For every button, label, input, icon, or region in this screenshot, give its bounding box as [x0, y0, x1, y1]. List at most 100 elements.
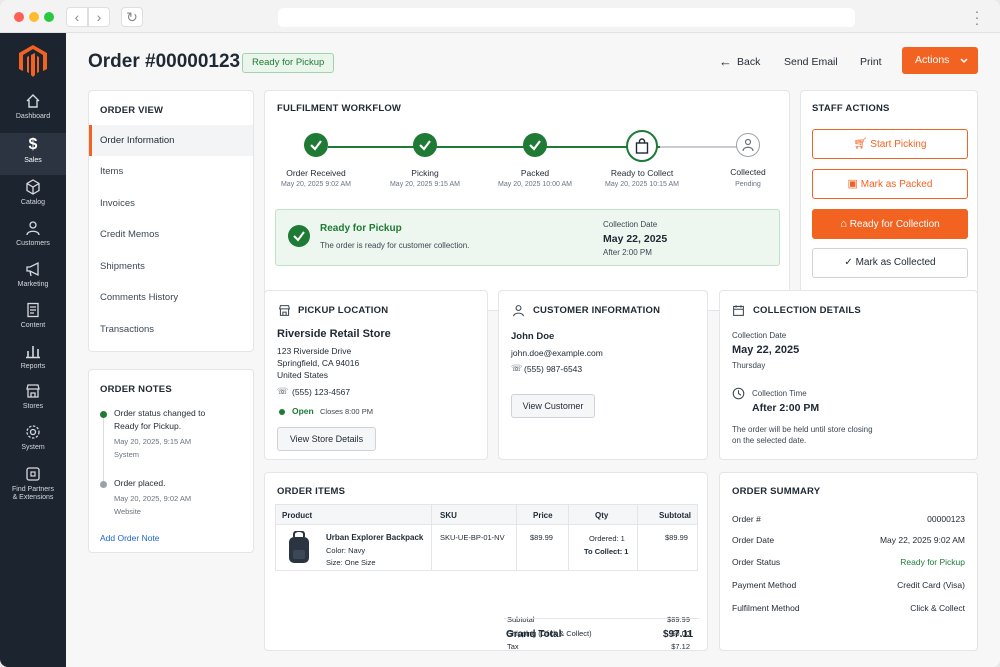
- start-picking-button[interactable]: 🛒︎ Start Picking: [812, 129, 968, 159]
- mark-collected-label: Mark as Collected: [855, 257, 936, 268]
- step-name: Ready to Collect: [610, 168, 674, 178]
- tab-comments-history[interactable]: Comments History: [89, 282, 253, 313]
- order-items-panel: ORDER ITEMS Product SKU Price Qty Subtot…: [264, 472, 708, 651]
- sidebar-item-label: Stores: [22, 403, 44, 410]
- mark-packed-label: Mark as Packed: [860, 179, 933, 190]
- summary-value: Credit Card (Visa): [897, 580, 965, 590]
- order-notes-panel: ORDER NOTES Order status changed to Read…: [88, 369, 254, 553]
- open-status: Open: [292, 406, 314, 416]
- check-circle-icon: ✓: [844, 257, 853, 268]
- order-notes-title: ORDER NOTES: [100, 384, 172, 395]
- sidebar-item-reports[interactable]: Reports: [0, 343, 66, 383]
- order-view-title: ORDER VIEW: [100, 105, 164, 116]
- product-name[interactable]: Urban Explorer Backpack: [326, 533, 423, 542]
- package-icon: ▣: [847, 178, 858, 190]
- add-order-note-link[interactable]: Add Order Note: [100, 533, 160, 543]
- sidebar-item-system[interactable]: System: [0, 424, 66, 464]
- note-dot: [100, 411, 107, 418]
- note-source: Website: [114, 507, 141, 516]
- document-icon: [27, 302, 39, 318]
- customer-title: CUSTOMER INFORMATION: [533, 305, 661, 316]
- back-button[interactable]: Back: [737, 56, 760, 68]
- tax-value: $7.12: [671, 642, 690, 651]
- sidebar-item-stores[interactable]: Stores: [0, 383, 66, 423]
- page-title: Order #00000123: [88, 51, 241, 72]
- browser-titlebar: ‹ › ↻ · · ·: [0, 0, 1000, 33]
- browser-back-icon[interactable]: ‹: [66, 7, 88, 27]
- magento-logo-icon[interactable]: [18, 45, 48, 77]
- tab-shipments[interactable]: Shipments: [89, 251, 253, 282]
- sidebar-item-content[interactable]: Content: [0, 302, 66, 342]
- collection-time: After 2:00 PM: [752, 402, 820, 414]
- tab-invoices[interactable]: Invoices: [89, 188, 253, 219]
- actions-label: Actions: [915, 54, 950, 66]
- banner-title: Ready for Pickup: [320, 223, 402, 234]
- step-date: May 20, 2025 9:02 AM: [280, 181, 352, 188]
- order-view-panel: ORDER VIEW Order Information Items Invoi…: [88, 90, 254, 352]
- product-subtotal: $89.99: [665, 533, 688, 542]
- sidebar-item-catalog[interactable]: Catalog: [0, 179, 66, 219]
- browser-forward-icon[interactable]: ›: [88, 7, 110, 27]
- step-complete-icon: [304, 133, 328, 157]
- collection-note: The order will be held until store closi…: [732, 425, 873, 434]
- address-line: United States: [277, 370, 329, 380]
- chevron-down-icon: [960, 58, 968, 64]
- sidebar-item-find-partners[interactable]: Find Partners & Extensions: [0, 466, 66, 514]
- actions-dropdown-button[interactable]: Actions: [902, 47, 978, 74]
- qty-ordered: Ordered: 1: [589, 534, 625, 543]
- print-button[interactable]: Print: [860, 56, 882, 68]
- send-email-button[interactable]: Send Email: [784, 56, 838, 68]
- staff-actions-panel: STAFF ACTIONS 🛒︎ Start Picking ▣ Mark as…: [800, 90, 978, 311]
- view-customer-button[interactable]: View Customer: [511, 394, 595, 418]
- fulfilment-workflow-panel: FULFILMENT WORKFLOW Order Received May 2…: [264, 90, 790, 311]
- summary-label: Fulfilment Method: [732, 603, 800, 613]
- mark-collected-button[interactable]: ✓ Mark as Collected: [812, 248, 968, 278]
- summary-label: Order #: [732, 514, 761, 524]
- minimize-window-icon[interactable]: [29, 12, 39, 22]
- tab-credit-memos[interactable]: Credit Memos: [89, 219, 253, 250]
- start-picking-label: Start Picking: [870, 139, 927, 150]
- step-date: Pending: [735, 181, 761, 188]
- backpack-thumbnail: [289, 531, 309, 563]
- customer-information-panel: CUSTOMER INFORMATION John Doe john.doe@e…: [498, 290, 708, 460]
- sidebar-item-customers[interactable]: Customers: [0, 220, 66, 260]
- step-current-bag-icon: [626, 130, 658, 162]
- collection-time-label: Collection Time: [752, 389, 807, 398]
- open-status-dot: [279, 409, 285, 415]
- banner-collection-label: Collection Date: [603, 220, 658, 229]
- mark-packed-button[interactable]: ▣ Mark as Packed: [812, 169, 968, 199]
- sidebar-item-label: Dashboard: [15, 113, 51, 120]
- tab-order-information[interactable]: Order Information: [89, 125, 253, 156]
- person-icon: [26, 221, 40, 236]
- admin-sidebar: Dashboard $ Sales Catalog Customers Mark…: [0, 33, 66, 667]
- close-window-icon[interactable]: [14, 12, 24, 22]
- column-header-sku: SKU: [440, 511, 457, 520]
- sidebar-item-label: Reports: [20, 363, 46, 370]
- maximize-window-icon[interactable]: [44, 12, 54, 22]
- browser-menu-icon[interactable]: · · ·: [974, 4, 980, 30]
- tab-items[interactable]: Items: [89, 156, 253, 187]
- step-date: May 20, 2025 10:15 AM: [605, 181, 679, 188]
- tab-transactions[interactable]: Transactions: [89, 314, 253, 345]
- note-text: Ready for Pickup.: [114, 421, 182, 431]
- sidebar-item-marketing[interactable]: Marketing: [0, 261, 66, 301]
- browser-window: ‹ › ↻ · · · Dashboard $ Sales Catalog Cust…: [0, 0, 1000, 667]
- reload-icon[interactable]: ↻: [121, 7, 143, 27]
- address-bar[interactable]: [278, 8, 855, 27]
- dollar-icon: $: [28, 136, 38, 153]
- sidebar-item-dashboard[interactable]: Dashboard: [0, 93, 66, 133]
- view-store-details-button[interactable]: View Store Details: [277, 427, 376, 451]
- sidebar-item-sales[interactable]: $ Sales: [0, 133, 66, 175]
- subtotal-label: Subtotal: [507, 615, 535, 624]
- step-complete-icon: [523, 133, 547, 157]
- qty-to-collect: To Collect: 1: [584, 547, 629, 556]
- ready-for-collection-button[interactable]: ⌂ Ready for Collection: [812, 209, 968, 239]
- store-icon: [26, 384, 40, 398]
- banner-collection-date: May 22, 2025: [603, 233, 668, 245]
- customer-email[interactable]: john.doe@example.com: [511, 348, 603, 358]
- phone-icon: ☏: [511, 363, 523, 373]
- order-summary-title: ORDER SUMMARY: [732, 486, 821, 497]
- step-pending-person-icon: [736, 133, 760, 157]
- timeline-line: [103, 415, 104, 485]
- calendar-icon: [733, 305, 744, 316]
